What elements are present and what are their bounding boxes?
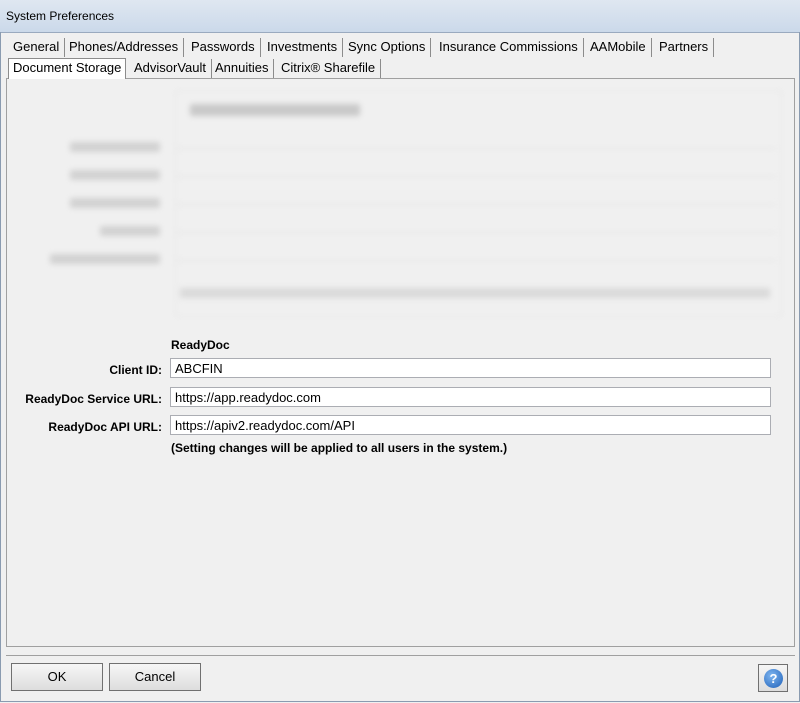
tab-advisorvault[interactable]: AdvisorVault — [129, 59, 213, 78]
service-url-label: ReadyDoc Service URL: — [25, 392, 162, 406]
tab-phones-addresses[interactable]: Phones/Addresses — [64, 38, 185, 57]
obscured-label — [70, 170, 160, 180]
cancel-button[interactable]: Cancel — [109, 663, 201, 691]
service-url-field[interactable] — [170, 387, 771, 407]
client-id-field[interactable] — [170, 358, 771, 378]
tab-document-storage[interactable]: Document Storage — [8, 58, 127, 79]
obscured-line — [175, 148, 775, 149]
api-url-label: ReadyDoc API URL: — [48, 420, 162, 434]
ok-button[interactable]: OK — [11, 663, 103, 691]
tab-general[interactable]: General — [8, 38, 66, 57]
tab-sync-options[interactable]: Sync Options — [343, 38, 432, 57]
tab-insurance-commissions[interactable]: Insurance Commissions — [434, 38, 584, 57]
readydoc-section-title: ReadyDoc — [171, 338, 230, 352]
obscured-label — [70, 142, 160, 152]
title-bar: System Preferences — [0, 0, 800, 33]
tab-aamobile[interactable]: AAMobile — [585, 38, 652, 57]
obscured-label — [50, 254, 160, 264]
tab-partners[interactable]: Partners — [654, 38, 715, 57]
tab-investments[interactable]: Investments — [262, 38, 344, 57]
client-id-label: Client ID: — [109, 363, 162, 377]
window-title: System Preferences — [6, 9, 115, 23]
obscured-label — [70, 198, 160, 208]
help-icon: ? — [764, 669, 783, 688]
obscured-line — [175, 260, 775, 261]
api-url-field[interactable] — [170, 415, 771, 435]
obscured-line — [175, 232, 775, 233]
obscured-heading — [190, 104, 360, 116]
obscured-bar — [180, 288, 770, 298]
obscured-line — [175, 176, 775, 177]
tab-passwords[interactable]: Passwords — [186, 38, 261, 57]
tab-citrix-sharefile[interactable]: Citrix® Sharefile — [276, 59, 382, 78]
footer-divider — [6, 655, 795, 656]
obscured-label — [100, 226, 160, 236]
obscured-line — [175, 204, 775, 205]
help-button[interactable]: ? — [758, 664, 788, 692]
tab-annuities[interactable]: Annuities — [210, 59, 275, 78]
obscured-region — [40, 90, 782, 320]
settings-note: (Setting changes will be applied to all … — [171, 441, 508, 455]
